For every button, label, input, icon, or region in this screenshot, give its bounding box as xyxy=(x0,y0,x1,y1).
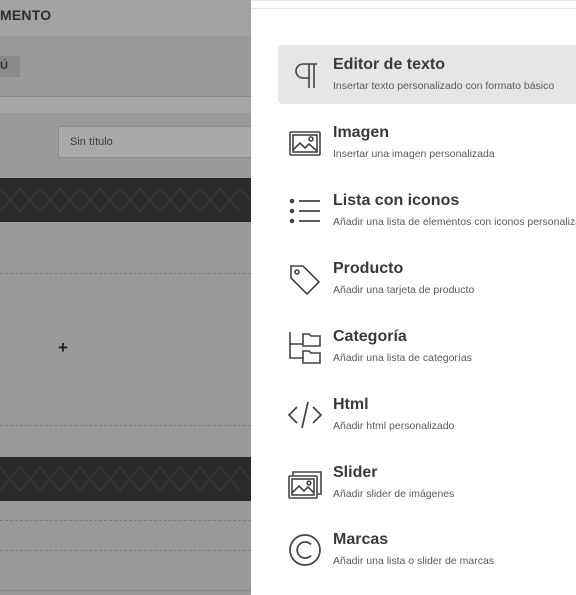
widget-item-lista-con-iconos[interactable]: Lista con iconos Añadir una lista de ele… xyxy=(278,181,576,240)
panel-header-line xyxy=(251,8,576,9)
title-input[interactable]: Sin título xyxy=(58,126,251,158)
widget-name: Marcas xyxy=(333,531,389,548)
tag-icon xyxy=(287,261,323,297)
widget-item-imagen[interactable]: Imagen Insertar una imagen personalizada xyxy=(278,113,576,172)
widget-description: Añadir una lista o slider de marcas xyxy=(333,555,495,567)
paragraph-icon xyxy=(287,57,323,93)
widget-name: Imagen xyxy=(333,124,390,141)
image-icon xyxy=(287,125,323,161)
widget-item-categoria[interactable]: Categoría Añadir una lista de categorías xyxy=(278,317,576,376)
widget-name: Lista con iconos xyxy=(333,192,460,209)
widget-item-marcas[interactable]: Marcas Añadir una lista o slider de marc… xyxy=(278,520,576,579)
dashed-divider xyxy=(0,425,251,426)
widget-panel: Editor de texto Insertar texto personali… xyxy=(251,0,576,595)
widget-name: Html xyxy=(333,396,369,413)
copyright-icon xyxy=(287,532,323,568)
divider xyxy=(0,590,251,591)
widget-item-html[interactable]: Html Añadir html personalizado xyxy=(278,385,576,444)
widget-name: Editor de texto xyxy=(333,56,446,73)
widget-description: Añadir una lista de elementos con iconos… xyxy=(333,216,576,228)
widget-description: Insertar texto personalizado con formato… xyxy=(333,80,555,92)
widget-description: Insertar una imagen personalizada xyxy=(333,148,495,160)
widget-name: Producto xyxy=(333,260,404,277)
banner-block[interactable] xyxy=(0,457,251,501)
code-icon xyxy=(287,397,323,433)
add-block-icon[interactable]: + xyxy=(58,338,68,358)
widget-item-slider[interactable]: Slider Añadir slider de imágenes xyxy=(278,453,576,512)
menu-tab[interactable]: Ú xyxy=(0,56,20,77)
dashed-divider xyxy=(0,273,251,274)
banner-block[interactable] xyxy=(0,178,251,222)
widget-description: Añadir una tarjeta de producto xyxy=(333,284,475,296)
dashed-divider xyxy=(0,550,251,551)
section-strip xyxy=(0,97,251,113)
widget-name: Slider xyxy=(333,464,378,481)
widget-description: Añadir html personalizado xyxy=(333,420,455,432)
widget-description: Añadir slider de imágenes xyxy=(333,488,455,500)
widget-name: Categoría xyxy=(333,328,407,345)
dashed-divider xyxy=(0,520,251,521)
slider-icon xyxy=(287,465,323,501)
editor-header: MENTO xyxy=(0,0,251,36)
widget-description: Añadir una lista de categorías xyxy=(333,352,472,364)
list-icon xyxy=(287,193,323,229)
editor-background-overlay[interactable]: MENTO Ú Sin título + xyxy=(0,0,251,595)
editor-title: MENTO xyxy=(0,7,52,23)
widget-item-editor-de-texto[interactable]: Editor de texto Insertar texto personali… xyxy=(278,45,576,104)
folder-tree-icon xyxy=(287,329,323,365)
widget-item-producto[interactable]: Producto Añadir una tarjeta de producto xyxy=(278,249,576,308)
